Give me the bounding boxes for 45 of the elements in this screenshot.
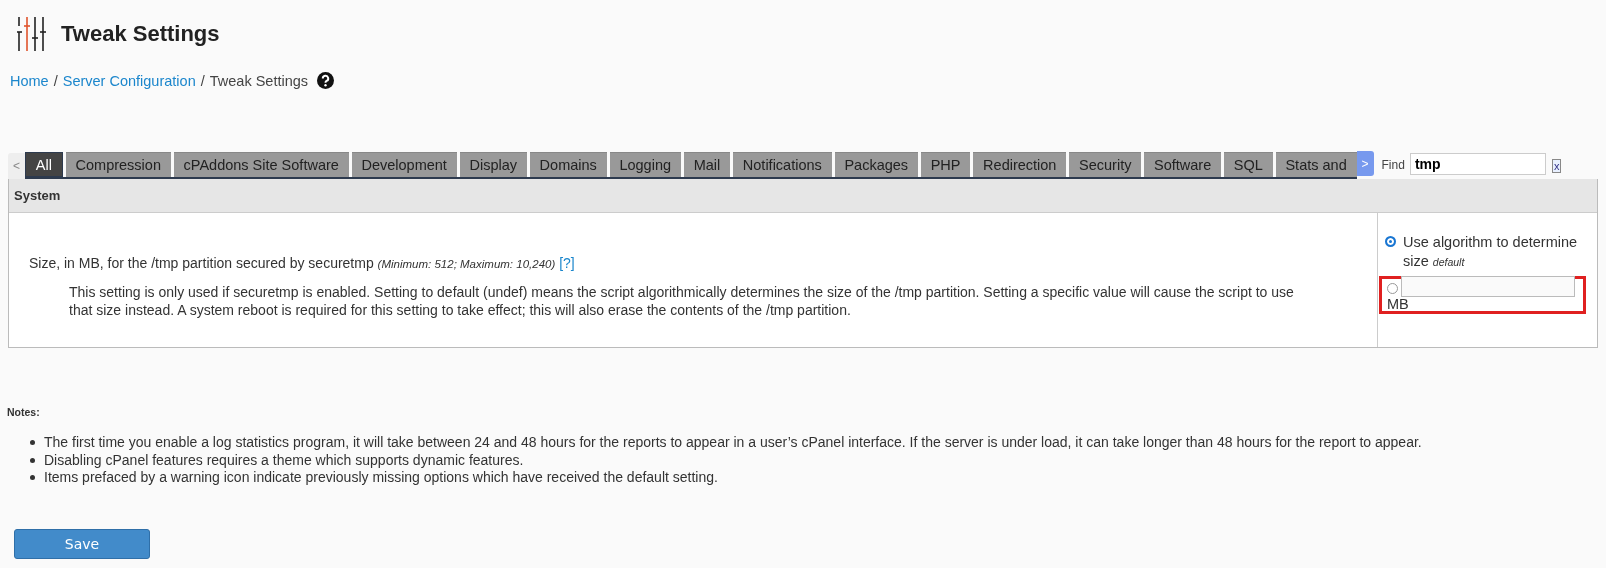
notes-title: Notes: — [7, 406, 41, 418]
tab[interactable]: cPAddons Site Software — [173, 152, 349, 177]
bullet-icon — [30, 475, 35, 481]
breadcrumb-link[interactable]: Server Configuration — [62, 72, 196, 89]
scroll-left-button[interactable]: < — [8, 153, 25, 179]
clear-button[interactable]: x — [1551, 159, 1562, 173]
breadcrumb-separator: / — [200, 72, 205, 89]
breadcrumb-separator: / — [53, 72, 58, 89]
tab[interactable]: SQL — [1224, 152, 1273, 177]
setting-description: This setting is only used if securetmp is enabled. Setting to default (undef) means the script algorithmically determines the size of the /tmp partition. Setting a specific value will cause the script to use that size instead. A system reboot is required for this setting to take effect; this will also erase the contents of the /tmp partition. — [69, 283, 1295, 319]
bullet-icon — [30, 440, 35, 446]
find-field[interactable]: tmp — [1409, 153, 1546, 175]
find-label: Find — [1381, 158, 1405, 172]
page-title: Tweak Settings — [61, 21, 220, 47]
setting-label: Size, in MB, for the /tmp partition secured by securetmp (Minimum: 512; Maximum: 10,240) [?] — [29, 255, 576, 271]
radio-button[interactable] — [1387, 282, 1398, 294]
breadcrumb-current: Tweak Settings — [209, 72, 309, 89]
save-button[interactable]: Save — [14, 528, 150, 559]
size-field[interactable] — [1401, 276, 1575, 297]
sliders-icon — [17, 16, 47, 52]
breadcrumb-link[interactable]: Home — [10, 72, 49, 89]
tab[interactable]: Domains — [529, 152, 607, 177]
tab[interactable]: Display — [459, 152, 527, 177]
help-link[interactable]: [?] — [559, 255, 575, 271]
bullet-icon — [30, 457, 35, 463]
tab[interactable]: Packages — [834, 152, 918, 177]
tab[interactable]: Redirection — [973, 152, 1067, 177]
note-text: The first time you enable a log statistics program, it will take between 24 and 48 hours for the reports to appear in a user’s cPanel interface. If the server is under load, it can take longer than 48 hours for the report to appear. — [44, 434, 1422, 452]
tab[interactable]: Development — [351, 152, 457, 177]
option-label: Use algorithm to determine size default — [1403, 233, 1579, 271]
help-icon[interactable] — [317, 72, 335, 89]
tab[interactable]: Stats and — [1275, 152, 1357, 177]
unit-label: MB — [1387, 297, 1410, 311]
tab[interactable]: Compression — [65, 152, 171, 177]
tab[interactable]: All — [25, 152, 63, 177]
tab[interactable]: Security — [1069, 152, 1142, 177]
tab[interactable]: PHP — [920, 152, 971, 177]
note-text: Disabling cPanel features requires a theme which supports dynamic features. — [44, 451, 524, 469]
tab[interactable]: Mail — [683, 152, 730, 177]
note-text: Items prefaced by a warning icon indicate previously missing options which have received the default setting. — [44, 469, 718, 487]
tab[interactable]: Logging — [609, 152, 681, 177]
tab[interactable]: Software — [1144, 152, 1222, 177]
radio-button[interactable] — [1385, 236, 1396, 247]
tab[interactable]: Notifications — [733, 152, 832, 177]
section-header: System — [9, 179, 1597, 213]
